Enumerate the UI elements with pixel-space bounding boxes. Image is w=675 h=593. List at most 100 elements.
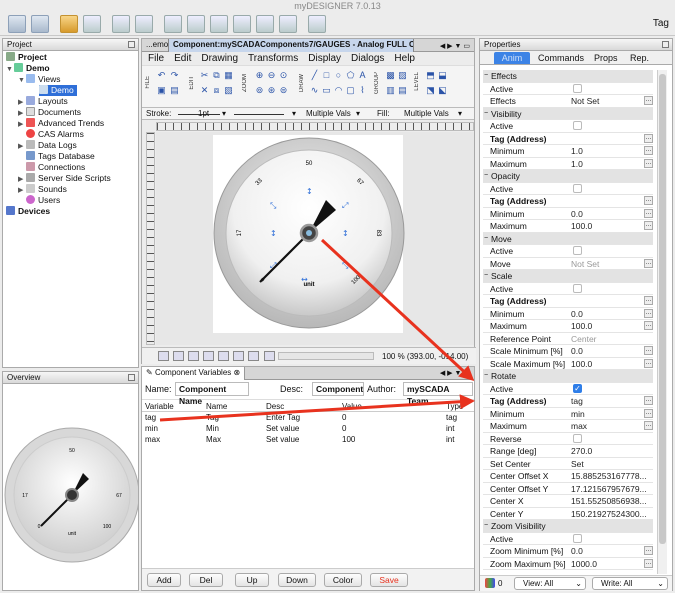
preview-toggle-icon[interactable] — [248, 351, 259, 361]
collapse-icon[interactable]: − — [484, 233, 488, 245]
zoom-fit-icon[interactable]: ⊙ — [278, 70, 289, 81]
col-name[interactable]: Name — [206, 402, 227, 411]
property-row[interactable]: Tag (Address) tag… — [483, 395, 653, 408]
save-all-icon[interactable] — [31, 15, 49, 33]
tab-component-variables[interactable]: ✎ Component Variables ⊗ — [142, 367, 246, 380]
copy-icon[interactable] — [112, 15, 130, 33]
fill-dropdown-icon[interactable]: ▾ — [458, 108, 462, 120]
property-row[interactable]: Active — [483, 183, 653, 195]
property-row[interactable]: Maximum max… — [483, 420, 653, 433]
property-value[interactable]: 15.885253167778... — [571, 470, 647, 482]
guides-toggle-icon[interactable] — [203, 351, 214, 361]
component-name-field[interactable]: Component Name — [175, 382, 249, 406]
property-row[interactable]: Center Y 150.21927524300... — [483, 508, 653, 520]
redo-icon[interactable]: ↷ — [169, 70, 180, 81]
property-value[interactable]: 100.0 — [571, 358, 592, 370]
tree-item-users[interactable]: Users — [18, 195, 60, 206]
add-button[interactable]: Add — [147, 573, 181, 587]
property-row[interactable]: Zoom Minimum [%] 0.0… — [483, 545, 653, 558]
property-value[interactable]: tag — [571, 395, 583, 407]
collapse-icon[interactable]: − — [484, 370, 488, 382]
property-value[interactable]: 100.0 — [571, 220, 592, 232]
menu-display[interactable]: Display — [308, 53, 341, 64]
distribute-icon[interactable]: ▤ — [397, 85, 408, 96]
zoom-area-icon[interactable]: ⊚ — [254, 85, 265, 96]
polygon-tool-icon[interactable]: ⬠ — [345, 70, 356, 81]
cell-type[interactable]: int — [446, 435, 454, 444]
scrollbar-thumb[interactable] — [659, 74, 666, 544]
tag-button[interactable]: Tag — [653, 18, 669, 29]
cell-desc[interactable]: Set value — [266, 435, 299, 444]
property-row[interactable]: Scale Maximum [%] 100.0… — [483, 358, 653, 370]
arc-tool-icon[interactable]: ◠ — [333, 85, 344, 96]
property-row[interactable]: Maximum 100.0… — [483, 220, 653, 233]
property-row[interactable]: Set Center Set — [483, 458, 653, 470]
property-row[interactable]: Move Not Set… — [483, 258, 653, 270]
rect-tool-icon[interactable]: □ — [321, 70, 332, 81]
run-icon[interactable] — [164, 15, 182, 33]
check-icon[interactable] — [256, 15, 274, 33]
ellipsis-button[interactable]: … — [644, 421, 653, 430]
redo-icon[interactable] — [83, 15, 101, 33]
properties-scrollbar[interactable] — [657, 70, 667, 574]
ellipsis-button[interactable]: … — [644, 308, 653, 318]
property-row[interactable]: Minimum 0.0… — [483, 308, 653, 320]
active-checkbox[interactable]: ✓ — [573, 383, 582, 393]
property-value[interactable]: 0.0 — [571, 308, 583, 320]
handle-right-icon[interactable]: ↕ — [342, 229, 349, 238]
tab-rep[interactable]: Rep. — [630, 53, 649, 63]
ellipsis-button[interactable]: … — [644, 133, 653, 143]
active-checkbox[interactable] — [573, 183, 582, 193]
deploy-icon[interactable] — [187, 15, 205, 33]
property-row[interactable]: Active — [483, 83, 653, 95]
cut-icon[interactable]: ✂ — [199, 70, 210, 81]
handle-left-icon[interactable]: ↕ — [270, 229, 277, 238]
ellipsis-button[interactable]: … — [644, 296, 653, 305]
paste-icon[interactable]: ▦ — [223, 70, 234, 81]
property-value[interactable]: 1.0 — [571, 158, 583, 170]
property-value[interactable]: Not Set — [571, 95, 599, 107]
stroke-color-dropdown-icon[interactable]: ▾ — [356, 108, 360, 120]
gauge-graphic[interactable]: 50 33 67 17 83 0 100 unit ↕ ⤡ ⤢ ↕ ↕ ⤢ ⤡ … — [156, 132, 474, 345]
zoom-page-icon[interactable]: ⊜ — [278, 85, 289, 96]
drawing-canvas[interactable]: 50 33 67 17 83 0 100 unit ↕ ⤡ ⤢ ↕ ↕ ⤢ ⤡ … — [156, 132, 474, 345]
menu-edit[interactable]: Edit — [174, 53, 191, 64]
zoom-slider[interactable] — [278, 352, 374, 360]
active-checkbox[interactable] — [573, 283, 582, 293]
property-section[interactable]: Rotate − — [483, 370, 653, 383]
ellipsis-button[interactable]: … — [644, 158, 653, 168]
outline-toggle-icon[interactable] — [233, 351, 244, 361]
copy-icon[interactable]: ⧉ — [211, 70, 222, 81]
tab-component-gauge[interactable]: Component:mySCADAComponents7/GAUGES - An… — [168, 39, 414, 52]
collapse-icon[interactable]: − — [484, 170, 488, 182]
property-value[interactable]: 1.0 — [571, 145, 583, 157]
tab-anim[interactable]: Anim — [494, 52, 530, 64]
up-button[interactable]: Up — [235, 573, 269, 587]
property-row[interactable]: Tag (Address)… — [483, 133, 653, 145]
stroke-dash-select[interactable] — [234, 108, 284, 115]
property-row[interactable]: Effects Not Set… — [483, 95, 653, 108]
path-tool-icon[interactable]: ∿ — [309, 85, 320, 96]
color-button[interactable]: Color — [324, 573, 362, 587]
active-checkbox[interactable] — [573, 433, 582, 443]
property-row[interactable]: Tag (Address)… — [483, 195, 653, 208]
fill-color-value[interactable]: Multiple Vals — [404, 108, 449, 120]
tree-item-devices[interactable]: Devices — [6, 206, 50, 217]
cell-variable[interactable]: max — [145, 435, 160, 444]
table-row[interactable]: max Max Set value 100 int — [142, 435, 474, 445]
cell-variable[interactable]: min — [145, 424, 158, 433]
property-value[interactable]: 0.0 — [571, 208, 583, 220]
panel-maximize-icon[interactable] — [128, 41, 135, 48]
property-value[interactable]: max — [571, 420, 587, 432]
property-row[interactable]: Active — [483, 120, 653, 133]
tree-item-tags-database[interactable]: Tags Database — [18, 151, 95, 162]
handle-bottom-icon[interactable]: ↔ — [301, 275, 308, 284]
col-value[interactable]: Value — [342, 402, 362, 411]
tab-commands[interactable]: Commands — [538, 53, 584, 63]
cell-type[interactable]: tag — [446, 413, 457, 422]
ellipsis-button[interactable]: … — [644, 208, 653, 218]
menu-file[interactable]: File — [148, 53, 164, 64]
zoom-reset-icon[interactable]: ⊛ — [266, 85, 277, 96]
handle-tr-icon[interactable]: ⤢ — [341, 201, 348, 210]
cell-type[interactable]: int — [446, 424, 454, 433]
